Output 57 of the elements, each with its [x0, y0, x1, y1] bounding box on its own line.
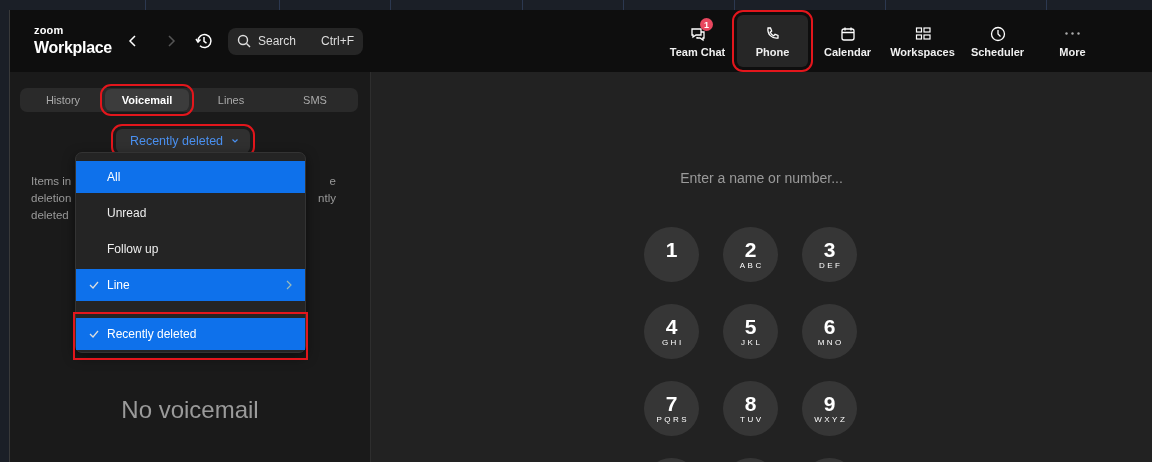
nav-tab[interactable]: Scheduler — [962, 15, 1033, 67]
menu-item[interactable]: Unread — [76, 197, 305, 229]
key-digit: 1 — [665, 238, 678, 261]
menu-item[interactable]: Line — [76, 269, 305, 301]
menu-item[interactable]: Recently deleted — [76, 318, 305, 350]
nav-tab[interactable]: Workspaces — [887, 15, 958, 67]
notification-badge: 1 — [700, 18, 713, 31]
logo-small-text: zoom — [34, 24, 65, 38]
key-digit: 3 — [823, 238, 836, 261]
info-text: e — [329, 174, 336, 189]
key-letters: TUV — [740, 414, 764, 425]
key-letters: GHI — [661, 337, 684, 348]
key-letters: MNO — [817, 337, 844, 348]
dial-key[interactable]: 4 GHI — [644, 304, 699, 359]
dial-key[interactable]: 1 — [644, 227, 699, 282]
number-input-field[interactable]: Enter a name or number... — [631, 170, 892, 186]
key-letters: WXYZ — [814, 414, 848, 425]
search-icon — [237, 34, 251, 48]
info-text: deletion — [31, 191, 72, 206]
tab[interactable]: SMS — [273, 89, 357, 111]
key-letters: JKL — [741, 337, 763, 348]
menu-item[interactable]: All — [76, 161, 305, 193]
shortcut-hint: Ctrl+F — [321, 34, 354, 48]
key-digit: 4 — [665, 315, 678, 338]
tab[interactable]: History — [21, 89, 105, 111]
search-field[interactable]: Search Ctrl+F — [228, 27, 363, 55]
nav-tab[interactable]: More — [1037, 15, 1108, 67]
key-digit: 7 — [665, 392, 678, 415]
dial-key[interactable]: 9 WXYZ — [802, 381, 857, 436]
key-letters: DEF — [819, 260, 843, 271]
clock-icon — [988, 24, 1007, 43]
key-digit: 9 — [823, 392, 836, 415]
empty-state-text: No voicemail — [120, 396, 260, 424]
dial-key[interactable]: 7 PQRS — [644, 381, 699, 436]
key-digit: 2 — [744, 238, 757, 261]
tab[interactable]: Lines — [189, 89, 273, 111]
key-digit: 8 — [744, 392, 757, 415]
dial-key[interactable]: 6 MNO — [802, 304, 857, 359]
chevron-down-icon — [231, 138, 240, 144]
dial-key[interactable]: 8 TUV — [723, 381, 778, 436]
grid-icon — [913, 24, 932, 43]
more-icon — [1065, 31, 1080, 35]
key-letters: ABC — [739, 260, 764, 271]
history-icon[interactable] — [194, 31, 214, 51]
menu-item[interactable]: Follow up — [76, 233, 305, 265]
key-digit: 5 — [744, 315, 757, 338]
info-text: Items in — [31, 174, 72, 189]
dial-key[interactable]: 2 ABC — [723, 227, 778, 282]
nav-tab[interactable]: Calendar — [812, 15, 883, 67]
key-digit: 6 — [823, 315, 836, 338]
info-text: ntly — [318, 191, 336, 206]
logo-text: Workplace — [34, 37, 113, 58]
info-text: deleted — [31, 208, 70, 223]
search-placeholder: Search — [258, 34, 298, 48]
dial-key[interactable]: 3 DEF — [802, 227, 857, 282]
dial-key[interactable]: 5 JKL — [723, 304, 778, 359]
key-letters: PQRS — [656, 414, 690, 425]
